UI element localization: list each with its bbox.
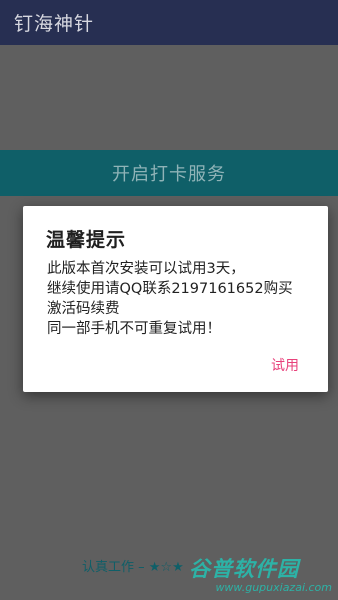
start-checkin-service-label: 开启打卡服务	[112, 164, 226, 185]
watermark-logo-text: 谷普软件园	[189, 557, 299, 581]
dialog-title: 温馨提示	[46, 229, 127, 251]
footer-stars: ★☆★	[148, 560, 184, 575]
watermark-logo: 谷普软件园 www.gupuxiazai.com	[189, 553, 335, 597]
start-checkin-service-button[interactable]: 开启打卡服务	[0, 150, 338, 196]
dialog-message-line: 激活码续费	[47, 301, 120, 317]
dialog-message-line: 此版本首次安装可以试用3天，	[47, 261, 245, 277]
footer-text: 认真工作 –	[82, 560, 145, 575]
notice-dialog: 温馨提示 此版本首次安装可以试用3天， 继续使用请QQ联系2197161652购…	[23, 206, 328, 392]
trial-button[interactable]: 试用	[271, 355, 299, 375]
dialog-message: 此版本首次安装可以试用3天， 继续使用请QQ联系2197161652购买 激活码…	[47, 259, 317, 339]
dialog-message-line: 继续使用请QQ联系2197161652购买	[47, 281, 293, 297]
screen: 钉海神针 开启打卡服务 认真工作 – ★☆★ 温馨提示 此版本首次安装可以试用3…	[0, 0, 338, 600]
dialog-message-line: 同一部手机不可重复试用！	[47, 321, 221, 337]
watermark-url: www.gupuxiazai.com	[215, 581, 332, 594]
app-bar: 钉海神针	[0, 0, 338, 45]
footer: 认真工作 – ★☆★	[82, 556, 184, 575]
app-title: 钉海神针	[14, 13, 95, 35]
